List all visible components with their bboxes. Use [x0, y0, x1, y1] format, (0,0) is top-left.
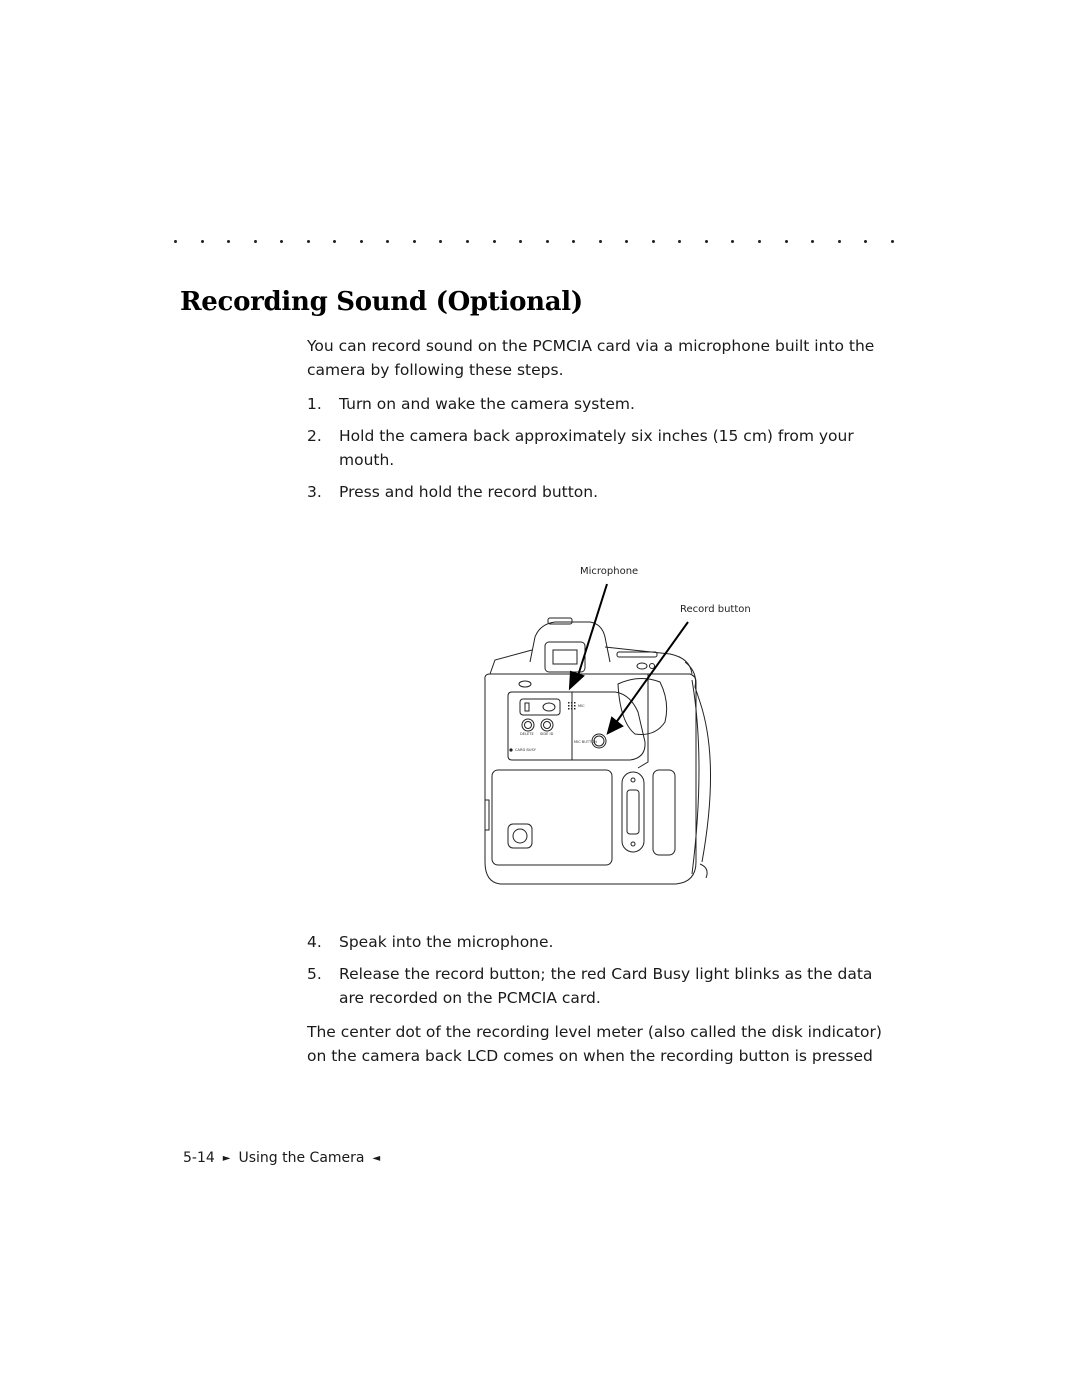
- step-number: 3.: [307, 483, 322, 501]
- step-number: 5.: [307, 965, 322, 983]
- side-id-label: SIDE ID: [540, 732, 554, 736]
- delete-label: DELETE: [520, 732, 535, 736]
- list-item: 3. Press and hold the record button.: [307, 480, 887, 504]
- list-item: 2. Hold the camera back approximately si…: [307, 424, 887, 472]
- step-text: Hold the camera back approximately six i…: [339, 427, 854, 469]
- steps-list-1: 1. Turn on and wake the camera system. 2…: [307, 392, 887, 512]
- eyepiece: [544, 641, 586, 673]
- steps-list-2: 4. Speak into the microphone. 5. Release…: [307, 930, 887, 1018]
- page-number: 5-14: [183, 1150, 215, 1166]
- viewfinder-window: [552, 649, 578, 665]
- chapter-title: Using the Camera: [238, 1150, 365, 1166]
- video-port: [507, 823, 533, 849]
- camera-back-figure: Microphone Record button MIC DELETE SIDE…: [470, 562, 770, 892]
- mic-button-label: MIC BUTTON: [574, 740, 597, 744]
- right-triangle-icon: ►: [222, 1152, 231, 1164]
- list-item: 1. Turn on and wake the camera system.: [307, 392, 887, 416]
- microphone-arrow-head: [568, 670, 585, 691]
- step-number: 2.: [307, 427, 322, 445]
- section-title: Recording Sound (Optional): [180, 287, 583, 317]
- camera-illustration: MIC DELETE SIDE ID MIC BUTTON CARD BUSY: [484, 583, 712, 885]
- intro-paragraph: You can record sound on the PCMCIA card …: [307, 337, 875, 379]
- serial-port: [621, 771, 645, 853]
- card-busy-light: [509, 748, 513, 752]
- card-busy-label: CARD BUSY: [515, 748, 537, 752]
- record-button-arrow-head: [606, 716, 624, 735]
- step-text: Speak into the microphone.: [339, 933, 554, 951]
- body-outline: [484, 673, 697, 885]
- mic-label: MIC: [578, 704, 585, 708]
- closing-paragraph: The center dot of the recording level me…: [307, 1023, 882, 1065]
- dotted-rule: [174, 236, 894, 248]
- step-number: 4.: [307, 933, 322, 951]
- record-button-arrow: [614, 621, 689, 725]
- step-number: 1.: [307, 395, 322, 413]
- step-text: Release the record button; the red Card …: [339, 965, 873, 1007]
- step-text: Turn on and wake the camera system.: [339, 395, 635, 413]
- left-triangle-icon: ◄: [372, 1152, 381, 1164]
- page-footer: 5-14 ► Using the Camera ◄: [183, 1150, 380, 1166]
- strap: [684, 661, 712, 863]
- step-text: Press and hold the record button.: [339, 483, 599, 501]
- list-item: 5. Release the record button; the red Ca…: [307, 962, 887, 1010]
- microphone-arrow: [575, 583, 608, 683]
- list-item: 4. Speak into the microphone.: [307, 930, 887, 954]
- card-door: [491, 769, 613, 866]
